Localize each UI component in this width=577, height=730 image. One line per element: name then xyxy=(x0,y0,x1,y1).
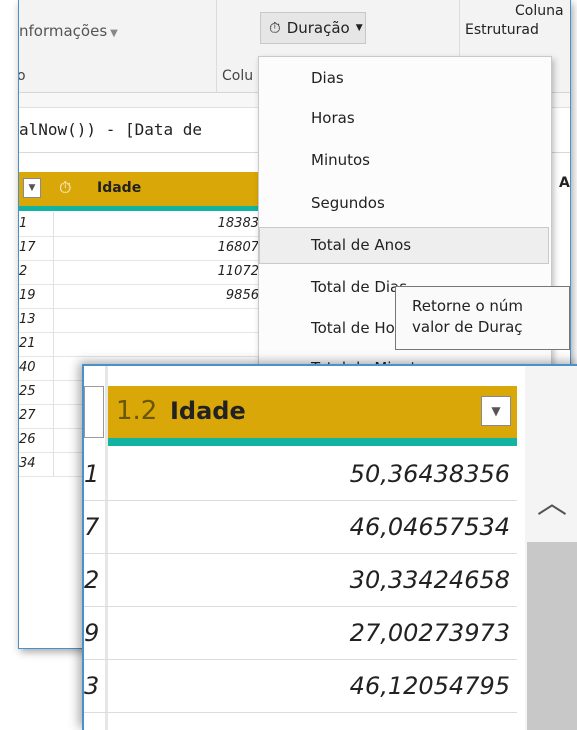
table-row: 9 27,00273973 xyxy=(84,607,517,660)
row-index: 13 xyxy=(19,312,36,327)
tooltip-line-2: valor de Duraç xyxy=(412,318,523,336)
scroll-up-icon[interactable]: ︿ xyxy=(525,484,577,524)
row-index: 25 xyxy=(19,384,36,399)
zoomed-grid-window: 1.2 Idade ▼ 1 50,36438356 7 46,04657534 2 3… xyxy=(82,364,577,730)
row-value: 50,36438356 xyxy=(349,460,510,488)
row-index: 19 xyxy=(19,288,36,303)
menu-item-minutos[interactable]: Minutos xyxy=(311,151,370,169)
tooltip-line-1: Retorne o núm xyxy=(412,297,524,315)
menu-item-segundos[interactable]: Segundos xyxy=(311,194,385,212)
row-value: 16807 xyxy=(217,240,259,255)
menu-item-total-de-dias[interactable]: Total de Dias xyxy=(311,278,407,296)
row-index: 2 xyxy=(84,566,100,594)
row-index: 2 xyxy=(19,264,28,279)
formula-text: alNow()) - [Data de xyxy=(19,120,203,139)
side-column-label: A xyxy=(559,175,570,191)
row-value: 11072 xyxy=(217,264,259,279)
structured-column-button[interactable]: Coluna Estruturad xyxy=(465,2,570,40)
menu-item-total-de-anos[interactable]: Total de Anos xyxy=(311,236,411,254)
row-value: 18383 xyxy=(217,216,259,231)
informacoes-menu[interactable]: nformações ▼ xyxy=(19,22,118,40)
decimal-type-icon[interactable]: 1.2 xyxy=(116,396,157,426)
table-row: 21 xyxy=(19,332,259,357)
caret-down-icon: ▼ xyxy=(110,28,118,39)
structured-column-label-1: Coluna xyxy=(515,3,564,19)
menu-item-horas[interactable]: Horas xyxy=(311,109,355,127)
filter-dropdown-icon[interactable]: ▼ xyxy=(23,178,41,198)
column-title: Idade xyxy=(170,397,246,425)
previous-column-header[interactable] xyxy=(84,386,104,438)
row-index: 1 xyxy=(19,216,28,231)
table-row: 1 18383 xyxy=(19,212,259,237)
stopwatch-icon: ⏱ xyxy=(59,178,72,197)
filter-dropdown-icon[interactable]: ▼ xyxy=(481,396,511,426)
row-index: 27 xyxy=(19,408,36,423)
row-index: 9 xyxy=(84,619,100,647)
row-index: 40 xyxy=(19,360,36,375)
row-value: 9856 xyxy=(225,288,259,303)
row-index: 34 xyxy=(19,456,36,471)
ribbon-group-label: o xyxy=(19,68,26,84)
table-row: 2 11072 xyxy=(19,260,259,285)
informacoes-label: nformações xyxy=(19,22,108,40)
ribbon-divider xyxy=(216,0,217,92)
row-value: 46,12054795 xyxy=(349,672,510,700)
duration-button[interactable]: ⏱ Duração ▼ xyxy=(260,12,366,44)
row-index: 26 xyxy=(19,432,36,447)
row-value: 30,33424658 xyxy=(349,566,510,594)
row-index: 3 xyxy=(84,672,100,700)
menu-tooltip: Retorne o núm valor de Duraç xyxy=(395,286,570,350)
caret-down-icon: ▼ xyxy=(355,23,363,33)
table-row: 2 30,33424658 xyxy=(84,554,517,607)
ribbon-group-label-column: Colu xyxy=(222,68,254,84)
table-row: 7 46,04657534 xyxy=(84,501,517,554)
menu-item-dias[interactable]: Dias xyxy=(311,69,344,87)
column-quality-bar xyxy=(108,438,517,446)
row-value: 27,00273973 xyxy=(349,619,510,647)
stopwatch-icon: ⏱ xyxy=(269,19,281,37)
column-header-idade[interactable]: ▼ ⏱ Idade xyxy=(19,172,259,211)
row-index: 7 xyxy=(84,513,100,541)
table-row: 17 16807 xyxy=(19,236,259,261)
row-index: 17 xyxy=(19,240,36,255)
structured-column-label-2: Estruturad xyxy=(465,22,539,38)
duration-button-label: Duração xyxy=(286,19,350,37)
table-row: 19 9856 xyxy=(19,284,259,309)
scrollbar-thumb[interactable] xyxy=(527,542,577,730)
row-index: 21 xyxy=(19,336,36,351)
column-title: Idade xyxy=(97,180,142,196)
row-index: 1 xyxy=(84,460,100,488)
table-row: 13 xyxy=(19,308,259,333)
table-row: 1 50,36438356 xyxy=(84,448,517,501)
table-row: 3 46,12054795 xyxy=(84,660,517,713)
row-value: 46,04657534 xyxy=(349,513,510,541)
